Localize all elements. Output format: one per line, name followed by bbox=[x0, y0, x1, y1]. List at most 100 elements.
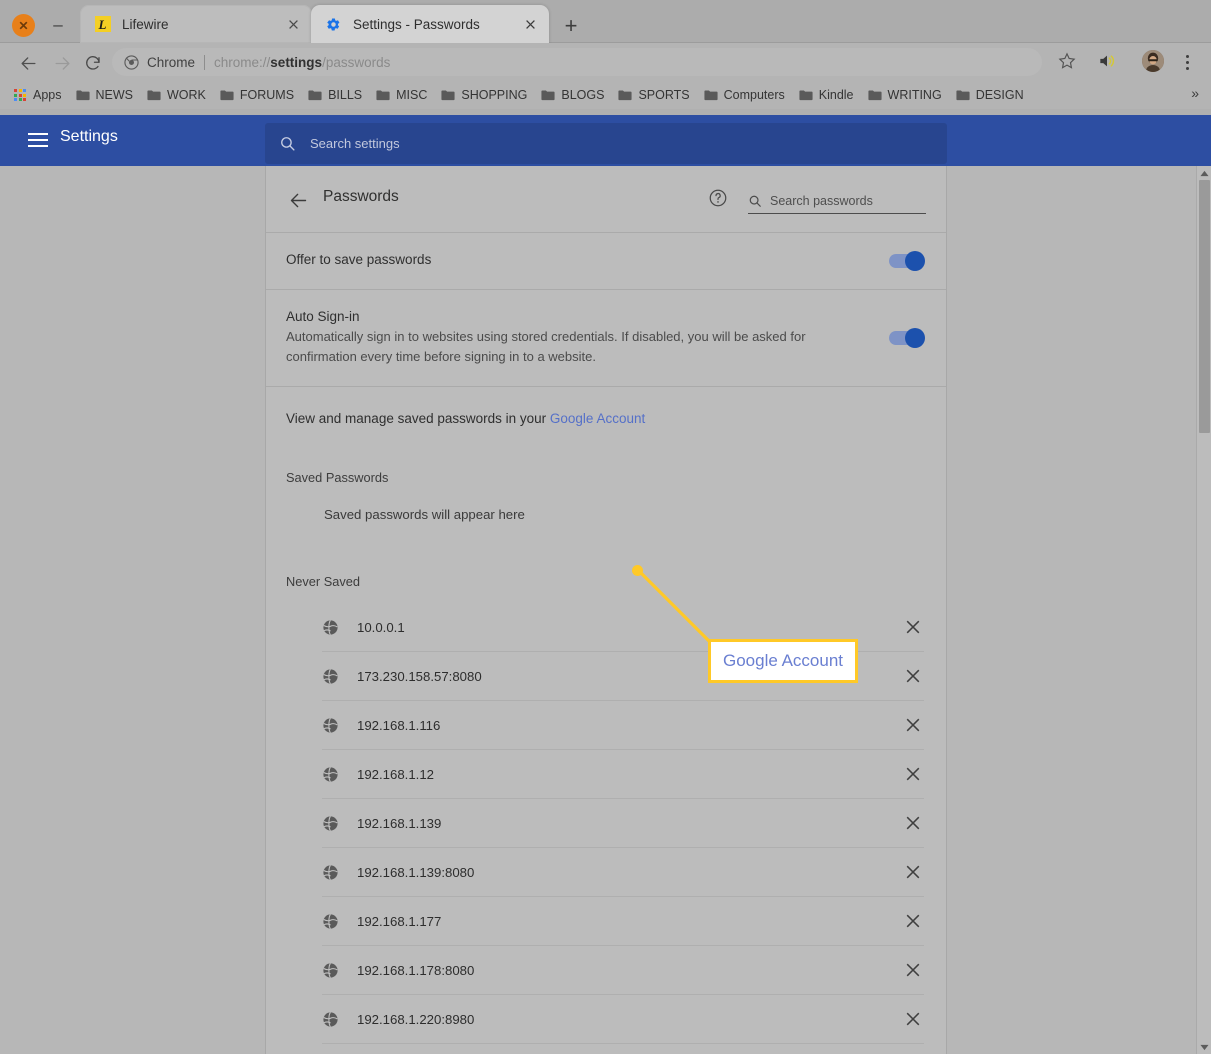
globe-icon bbox=[322, 913, 339, 930]
apps-grid-cell bbox=[14, 93, 17, 97]
folder-icon bbox=[220, 89, 234, 101]
close-icon bbox=[906, 963, 920, 977]
folder-icon bbox=[75, 90, 90, 101]
never-saved-row[interactable]: 192.168.1.178:8080 bbox=[322, 946, 924, 995]
manage-passwords-text: View and manage saved passwords in your bbox=[286, 411, 550, 426]
tab-audio-button[interactable] bbox=[1096, 51, 1120, 73]
search-icon bbox=[279, 135, 296, 152]
forward-arrow-icon bbox=[54, 56, 70, 70]
globe-icon bbox=[323, 913, 338, 929]
globe-icon bbox=[322, 717, 339, 734]
avatar[interactable] bbox=[1142, 50, 1164, 72]
bookmark-folder-writing[interactable]: WRITING bbox=[867, 88, 942, 102]
auto-signin-row[interactable]: Auto Sign-in Automatically sign in to we… bbox=[266, 290, 946, 386]
bookmarks-overflow-button[interactable]: » bbox=[1191, 85, 1199, 101]
hamburger-menu-icon[interactable] bbox=[28, 130, 48, 150]
forward-button[interactable] bbox=[50, 51, 74, 75]
bookmark-star-button[interactable] bbox=[1057, 51, 1079, 73]
bookmark-folder-shopping[interactable]: SHOPPING bbox=[441, 88, 527, 102]
search-passwords-placeholder: Search passwords bbox=[770, 193, 873, 208]
offer-to-save-passwords-toggle[interactable] bbox=[889, 251, 925, 271]
globe-icon bbox=[322, 962, 339, 979]
folder-icon bbox=[441, 89, 455, 101]
globe-icon bbox=[323, 619, 338, 635]
close-icon bbox=[906, 718, 920, 732]
page-title: Passwords bbox=[323, 188, 399, 205]
never-saved-site: 10.0.0.1 bbox=[357, 619, 405, 635]
never-saved-row[interactable]: 192.168.1.116 bbox=[322, 701, 924, 750]
close-icon bbox=[906, 669, 920, 683]
bookmark-folder-work[interactable]: WORK bbox=[147, 88, 206, 102]
tab-close-button[interactable] bbox=[521, 15, 539, 33]
bookmark-folder-news[interactable]: NEWS bbox=[75, 88, 133, 102]
apps-grid-cell bbox=[23, 98, 26, 101]
apps-grid-cell bbox=[18, 93, 22, 97]
reload-button[interactable] bbox=[81, 51, 105, 75]
address-bar[interactable]: Chrome chrome://settings/passwords bbox=[112, 48, 1042, 76]
tab-close-button[interactable] bbox=[284, 15, 302, 33]
never-saved-section-title: Never Saved bbox=[286, 574, 360, 589]
omnibox-scheme-label: Chrome bbox=[147, 54, 196, 70]
search-passwords-input[interactable]: Search passwords bbox=[748, 188, 926, 214]
never-saved-site: 192.168.1.177 bbox=[357, 913, 442, 929]
back-to-autofill-button[interactable] bbox=[286, 188, 310, 212]
tab-settings-passwords[interactable]: Settings - Passwords bbox=[311, 5, 549, 43]
bookmark-folder-sports[interactable]: SPORTS bbox=[618, 88, 690, 102]
favicon-letter: L bbox=[94, 16, 111, 32]
globe-icon bbox=[323, 717, 338, 733]
bookmark-label: SPORTS bbox=[638, 88, 690, 102]
back-button[interactable] bbox=[16, 51, 40, 75]
plus-icon: + bbox=[564, 13, 578, 38]
remove-never-saved-button[interactable] bbox=[902, 861, 924, 883]
remove-never-saved-button[interactable] bbox=[902, 616, 924, 638]
browser-window: – L Lifewire Settings - Passwords + Chro… bbox=[0, 0, 1211, 1054]
chrome-menu-button[interactable] bbox=[1177, 50, 1197, 74]
bookmark-folder-bills[interactable]: BILLS bbox=[308, 88, 362, 102]
window-close-button[interactable] bbox=[12, 14, 35, 37]
remove-never-saved-button[interactable] bbox=[902, 714, 924, 736]
never-saved-row[interactable]: 192.168.1.12 bbox=[322, 750, 924, 799]
folder-icon bbox=[147, 89, 161, 101]
bookmark-folder-computers[interactable]: Computers bbox=[704, 88, 785, 102]
triangle-down-icon bbox=[1200, 1044, 1209, 1050]
scroll-up-button[interactable] bbox=[1197, 166, 1211, 180]
folder-icon bbox=[704, 90, 718, 101]
close-icon bbox=[906, 620, 920, 634]
never-saved-row[interactable]: 192.168.1.139:8080 bbox=[322, 848, 924, 897]
globe-icon bbox=[323, 766, 338, 782]
remove-never-saved-button[interactable] bbox=[902, 763, 924, 785]
vertical-scroll-thumb[interactable] bbox=[1199, 180, 1210, 433]
back-arrow-icon bbox=[20, 56, 36, 70]
help-question-icon[interactable] bbox=[708, 188, 730, 210]
bookmark-folder-blogs[interactable]: BLOGS bbox=[541, 88, 604, 102]
window-minimize-button[interactable]: – bbox=[47, 13, 69, 35]
settings-search-input[interactable]: Search settings bbox=[265, 123, 947, 164]
bookmark-folder-kindle[interactable]: Kindle bbox=[799, 88, 854, 102]
never-saved-row[interactable]: 192.168.1.139 bbox=[322, 799, 924, 848]
never-saved-row[interactable]: 192.168.1.220:8980 bbox=[322, 995, 924, 1044]
remove-never-saved-button[interactable] bbox=[902, 959, 924, 981]
remove-never-saved-button[interactable] bbox=[902, 812, 924, 834]
bookmark-label: DESIGN bbox=[975, 88, 1024, 102]
vertical-scrollbar[interactable] bbox=[1196, 166, 1211, 1054]
close-icon bbox=[288, 19, 298, 29]
google-account-link[interactable]: Google Account bbox=[550, 411, 645, 426]
bookmark-folder-forums[interactable]: FORUMS bbox=[220, 88, 294, 102]
scroll-down-button[interactable] bbox=[1197, 1040, 1211, 1054]
apps-grid-icon bbox=[14, 89, 26, 101]
bookmark-folder-design[interactable]: DESIGN bbox=[956, 88, 1024, 102]
bookmarks-bar: Apps NEWS WORK FORUMS BILLS MISC SHOPPIN… bbox=[0, 81, 1211, 109]
folder-icon bbox=[799, 90, 813, 101]
tab-lifewire[interactable]: L Lifewire bbox=[80, 5, 312, 43]
offer-to-save-passwords-row[interactable]: Offer to save passwords bbox=[266, 233, 946, 289]
callout-box: Google Account bbox=[708, 639, 858, 683]
bookmark-folder-misc[interactable]: MISC bbox=[376, 88, 427, 102]
new-tab-button[interactable]: + bbox=[558, 13, 584, 39]
auto-signin-toggle[interactable] bbox=[889, 328, 925, 348]
avatar-photo-icon bbox=[1142, 50, 1164, 72]
remove-never-saved-button[interactable] bbox=[902, 1008, 924, 1030]
remove-never-saved-button[interactable] bbox=[902, 910, 924, 932]
bookmark-apps[interactable]: Apps bbox=[14, 88, 62, 102]
remove-never-saved-button[interactable] bbox=[902, 665, 924, 687]
never-saved-row[interactable]: 192.168.1.177 bbox=[322, 897, 924, 946]
